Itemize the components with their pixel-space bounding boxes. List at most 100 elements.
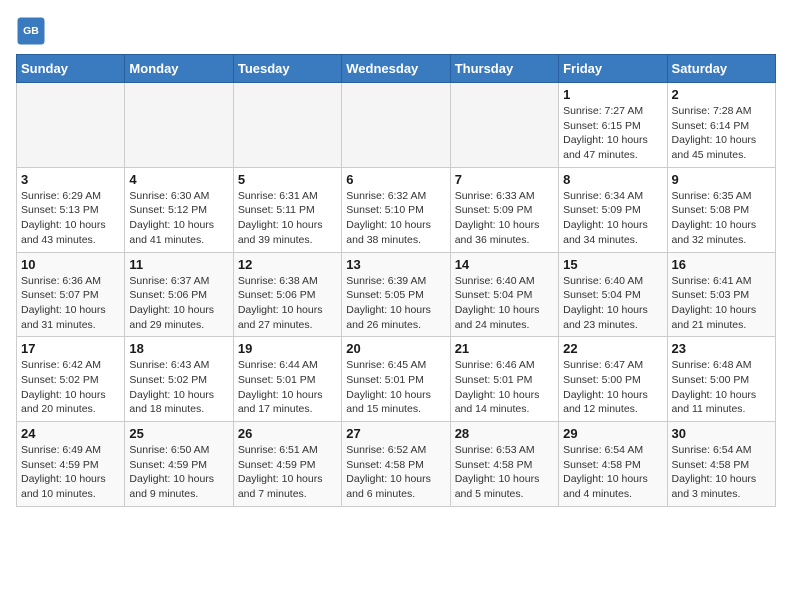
calendar-cell: 12Sunrise: 6:38 AMSunset: 5:06 PMDayligh… (233, 252, 341, 337)
day-info: Sunrise: 7:28 AMSunset: 6:14 PMDaylight:… (672, 104, 771, 163)
day-header-wednesday: Wednesday (342, 55, 450, 83)
day-number: 8 (563, 172, 662, 187)
day-number: 28 (455, 426, 554, 441)
calendar-week-4: 24 Sunrise: 6:49 AMSunset: 4:59 PMDayligh… (17, 422, 776, 507)
day-number: 25 (129, 426, 228, 441)
calendar-cell (17, 83, 125, 168)
calendar-cell: 19 Sunrise: 6:44 AMSunset: 5:01 PMDayligh… (233, 337, 341, 422)
day-number: 14 (455, 257, 554, 272)
day-number: 22 (563, 341, 662, 356)
day-number: 11 (129, 257, 228, 272)
calendar-cell: 18 Sunrise: 6:43 AMSunset: 5:02 PMDayligh… (125, 337, 233, 422)
day-number: 5 (238, 172, 337, 187)
day-info: Sunrise: 6:34 AMSunset: 5:09 PMDaylight:… (563, 189, 662, 248)
day-info: Sunrise: 6:29 AMSunset: 5:13 PMDaylight:… (21, 189, 120, 248)
day-info: Sunrise: 6:46 AMSunset: 5:01 PMDaylight:… (455, 358, 554, 417)
calendar-cell: 4 Sunrise: 6:30 AMSunset: 5:12 PMDaylight… (125, 167, 233, 252)
day-info: Sunrise: 6:52 AMSunset: 4:58 PMDaylight:… (346, 443, 445, 502)
day-number: 9 (672, 172, 771, 187)
calendar-cell: 7 Sunrise: 6:33 AMSunset: 5:09 PMDaylight… (450, 167, 558, 252)
calendar-cell: 23 Sunrise: 6:48 AMSunset: 5:00 PMDayligh… (667, 337, 775, 422)
day-number: 4 (129, 172, 228, 187)
day-info: Sunrise: 6:50 AMSunset: 4:59 PMDaylight:… (129, 443, 228, 502)
calendar-cell (233, 83, 341, 168)
header-section: GB (16, 16, 776, 46)
day-info: Sunrise: 6:54 AMSunset: 4:58 PMDaylight:… (563, 443, 662, 502)
day-header-tuesday: Tuesday (233, 55, 341, 83)
day-info: Sunrise: 6:54 AMSunset: 4:58 PMDaylight:… (672, 443, 771, 502)
day-info: Sunrise: 6:53 AMSunset: 4:58 PMDaylight:… (455, 443, 554, 502)
calendar-cell: 15Sunrise: 6:40 AMSunset: 5:04 PMDayligh… (559, 252, 667, 337)
day-info: Sunrise: 6:30 AMSunset: 5:12 PMDaylight:… (129, 189, 228, 248)
day-info: Sunrise: 6:49 AMSunset: 4:59 PMDaylight:… (21, 443, 120, 502)
day-number: 16 (672, 257, 771, 272)
day-info: Sunrise: 7:27 AMSunset: 6:15 PMDaylight:… (563, 104, 662, 163)
calendar-cell: 24 Sunrise: 6:49 AMSunset: 4:59 PMDayligh… (17, 422, 125, 507)
day-info: Sunrise: 6:44 AMSunset: 5:01 PMDaylight:… (238, 358, 337, 417)
day-header-friday: Friday (559, 55, 667, 83)
day-info: Sunrise: 6:38 AMSunset: 5:06 PMDaylight:… (238, 274, 337, 333)
calendar-cell: 2 Sunrise: 7:28 AMSunset: 6:14 PMDaylight… (667, 83, 775, 168)
day-number: 6 (346, 172, 445, 187)
day-info: Sunrise: 6:42 AMSunset: 5:02 PMDaylight:… (21, 358, 120, 417)
day-info: Sunrise: 6:43 AMSunset: 5:02 PMDaylight:… (129, 358, 228, 417)
day-number: 23 (672, 341, 771, 356)
day-info: Sunrise: 6:51 AMSunset: 4:59 PMDaylight:… (238, 443, 337, 502)
calendar-cell: 29 Sunrise: 6:54 AMSunset: 4:58 PMDayligh… (559, 422, 667, 507)
day-number: 24 (21, 426, 120, 441)
calendar-cell: 1 Sunrise: 7:27 AMSunset: 6:15 PMDaylight… (559, 83, 667, 168)
calendar-cell: 13 Sunrise: 6:39 AMSunset: 5:05 PMDayligh… (342, 252, 450, 337)
day-number: 7 (455, 172, 554, 187)
calendar-cell: 28 Sunrise: 6:53 AMSunset: 4:58 PMDayligh… (450, 422, 558, 507)
calendar-cell: 22 Sunrise: 6:47 AMSunset: 5:00 PMDayligh… (559, 337, 667, 422)
day-info: Sunrise: 6:32 AMSunset: 5:10 PMDaylight:… (346, 189, 445, 248)
day-number: 26 (238, 426, 337, 441)
day-number: 18 (129, 341, 228, 356)
day-header-monday: Monday (125, 55, 233, 83)
calendar-week-1: 3Sunrise: 6:29 AMSunset: 5:13 PMDaylight… (17, 167, 776, 252)
day-number: 2 (672, 87, 771, 102)
calendar-cell (342, 83, 450, 168)
day-number: 1 (563, 87, 662, 102)
calendar-cell: 27 Sunrise: 6:52 AMSunset: 4:58 PMDayligh… (342, 422, 450, 507)
day-info: Sunrise: 6:35 AMSunset: 5:08 PMDaylight:… (672, 189, 771, 248)
day-info: Sunrise: 6:41 AMSunset: 5:03 PMDaylight:… (672, 274, 771, 333)
day-number: 19 (238, 341, 337, 356)
day-number: 17 (21, 341, 120, 356)
calendar-cell (450, 83, 558, 168)
calendar-week-2: 10 Sunrise: 6:36 AMSunset: 5:07 PMDayligh… (17, 252, 776, 337)
calendar-cell: 5Sunrise: 6:31 AMSunset: 5:11 PMDaylight… (233, 167, 341, 252)
day-info: Sunrise: 6:48 AMSunset: 5:00 PMDaylight:… (672, 358, 771, 417)
day-number: 15 (563, 257, 662, 272)
calendar-cell: 9 Sunrise: 6:35 AMSunset: 5:08 PMDaylight… (667, 167, 775, 252)
day-number: 10 (21, 257, 120, 272)
calendar-cell: 20 Sunrise: 6:45 AMSunset: 5:01 PMDayligh… (342, 337, 450, 422)
calendar-cell: 30 Sunrise: 6:54 AMSunset: 4:58 PMDayligh… (667, 422, 775, 507)
logo: GB (16, 16, 50, 46)
calendar-cell: 11Sunrise: 6:37 AMSunset: 5:06 PMDayligh… (125, 252, 233, 337)
day-info: Sunrise: 6:33 AMSunset: 5:09 PMDaylight:… (455, 189, 554, 248)
day-info: Sunrise: 6:45 AMSunset: 5:01 PMDaylight:… (346, 358, 445, 417)
day-number: 30 (672, 426, 771, 441)
calendar-cell (125, 83, 233, 168)
svg-text:GB: GB (23, 25, 39, 37)
calendar-cell: 14 Sunrise: 6:40 AMSunset: 5:04 PMDayligh… (450, 252, 558, 337)
day-info: Sunrise: 6:36 AMSunset: 5:07 PMDaylight:… (21, 274, 120, 333)
calendar-cell: 8 Sunrise: 6:34 AMSunset: 5:09 PMDaylight… (559, 167, 667, 252)
day-info: Sunrise: 6:40 AMSunset: 5:04 PMDaylight:… (455, 274, 554, 333)
day-number: 27 (346, 426, 445, 441)
day-info: Sunrise: 6:47 AMSunset: 5:00 PMDaylight:… (563, 358, 662, 417)
calendar-cell: 6 Sunrise: 6:32 AMSunset: 5:10 PMDaylight… (342, 167, 450, 252)
day-number: 29 (563, 426, 662, 441)
calendar-cell: 21 Sunrise: 6:46 AMSunset: 5:01 PMDayligh… (450, 337, 558, 422)
day-number: 20 (346, 341, 445, 356)
calendar-week-0: 1 Sunrise: 7:27 AMSunset: 6:15 PMDaylight… (17, 83, 776, 168)
calendar-cell: 16 Sunrise: 6:41 AMSunset: 5:03 PMDayligh… (667, 252, 775, 337)
calendar-table: SundayMondayTuesdayWednesdayThursdayFrid… (16, 54, 776, 507)
calendar-cell: 25 Sunrise: 6:50 AMSunset: 4:59 PMDayligh… (125, 422, 233, 507)
day-number: 13 (346, 257, 445, 272)
calendar-cell: 10 Sunrise: 6:36 AMSunset: 5:07 PMDayligh… (17, 252, 125, 337)
day-header-saturday: Saturday (667, 55, 775, 83)
day-number: 21 (455, 341, 554, 356)
day-info: Sunrise: 6:39 AMSunset: 5:05 PMDaylight:… (346, 274, 445, 333)
